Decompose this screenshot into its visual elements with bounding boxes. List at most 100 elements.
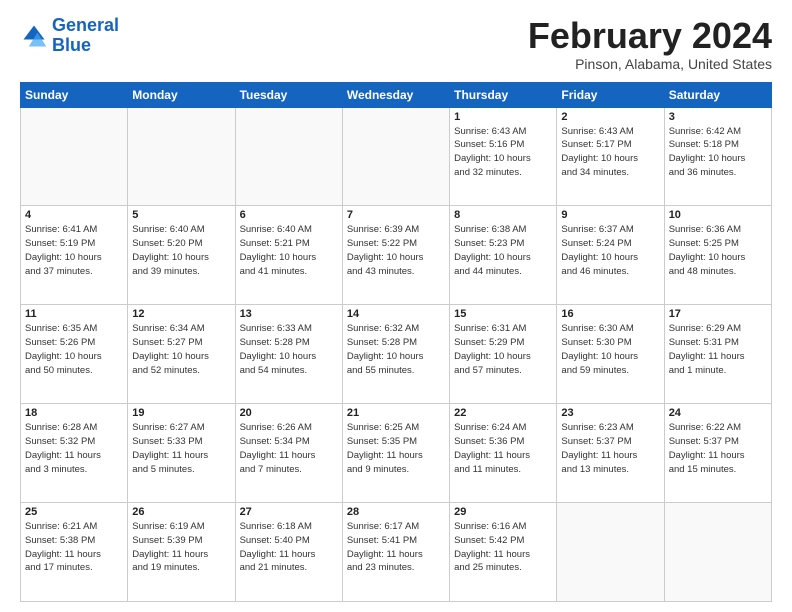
day-number: 29 [454, 506, 552, 518]
calendar-cell [342, 107, 449, 206]
weekday-header-row: SundayMondayTuesdayWednesdayThursdayFrid… [21, 82, 772, 107]
day-number: 6 [240, 209, 338, 221]
day-info: Sunrise: 6:18 AMSunset: 5:40 PMDaylight:… [240, 520, 338, 575]
day-info: Sunrise: 6:30 AMSunset: 5:30 PMDaylight:… [561, 322, 659, 377]
calendar-cell: 19 Sunrise: 6:27 AMSunset: 5:33 PMDayligh… [128, 404, 235, 503]
day-number: 3 [669, 111, 767, 123]
calendar-cell [21, 107, 128, 206]
calendar-cell: 8Sunrise: 6:38 AMSunset: 5:23 PMDaylight… [450, 206, 557, 305]
calendar-week-1: 1Sunrise: 6:43 AMSunset: 5:16 PMDaylight… [21, 107, 772, 206]
day-info: Sunrise: 6:43 AMSunset: 5:16 PMDaylight:… [454, 125, 552, 180]
calendar-cell: 1Sunrise: 6:43 AMSunset: 5:16 PMDaylight… [450, 107, 557, 206]
calendar-cell: 23 Sunrise: 6:23 AMSunset: 5:37 PMDayligh… [557, 404, 664, 503]
day-number: 23 [561, 407, 659, 419]
day-number: 8 [454, 209, 552, 221]
day-number: 26 [132, 506, 230, 518]
calendar-cell: 28Sunrise: 6:17 AMSunset: 5:41 PMDayligh… [342, 503, 449, 602]
calendar-cell: 13 Sunrise: 6:33 AMSunset: 5:28 PMDayligh… [235, 305, 342, 404]
weekday-header-tuesday: Tuesday [235, 82, 342, 107]
day-info: Sunrise: 6:25 AMSunset: 5:35 PMDaylight:… [347, 421, 445, 476]
day-info: Sunrise: 6:29 AMSunset: 5:31 PMDaylight:… [669, 322, 767, 377]
calendar-cell: 7 Sunrise: 6:39 AMSunset: 5:22 PMDaylight… [342, 206, 449, 305]
logo: General Blue [20, 16, 119, 56]
day-number: 21 [347, 407, 445, 419]
logo-icon [20, 22, 48, 50]
logo-general: General [52, 15, 119, 35]
day-info: Sunrise: 6:16 AMSunset: 5:42 PMDaylight:… [454, 520, 552, 575]
calendar-cell: 10 Sunrise: 6:36 AMSunset: 5:25 PMDayligh… [664, 206, 771, 305]
calendar-cell: 12 Sunrise: 6:34 AMSunset: 5:27 PMDayligh… [128, 305, 235, 404]
weekday-header-wednesday: Wednesday [342, 82, 449, 107]
day-number: 5 [132, 209, 230, 221]
weekday-header-saturday: Saturday [664, 82, 771, 107]
day-info: Sunrise: 6:42 AMSunset: 5:18 PMDaylight:… [669, 125, 767, 180]
day-info: Sunrise: 6:32 AMSunset: 5:28 PMDaylight:… [347, 322, 445, 377]
day-info: Sunrise: 6:35 AMSunset: 5:26 PMDaylight:… [25, 322, 123, 377]
day-info: Sunrise: 6:40 AMSunset: 5:21 PMDaylight:… [240, 223, 338, 278]
logo-text: General Blue [52, 16, 119, 56]
calendar-cell: 29 Sunrise: 6:16 AMSunset: 5:42 PMDayligh… [450, 503, 557, 602]
day-number: 16 [561, 308, 659, 320]
calendar-week-4: 18 Sunrise: 6:28 AMSunset: 5:32 PMDayligh… [21, 404, 772, 503]
day-info: Sunrise: 6:17 AMSunset: 5:41 PMDaylight:… [347, 520, 445, 575]
day-info: Sunrise: 6:31 AMSunset: 5:29 PMDaylight:… [454, 322, 552, 377]
calendar-cell: 17Sunrise: 6:29 AMSunset: 5:31 PMDayligh… [664, 305, 771, 404]
day-info: Sunrise: 6:26 AMSunset: 5:34 PMDaylight:… [240, 421, 338, 476]
day-info: Sunrise: 6:28 AMSunset: 5:32 PMDaylight:… [25, 421, 123, 476]
calendar-cell: 11 Sunrise: 6:35 AMSunset: 5:26 PMDayligh… [21, 305, 128, 404]
day-number: 15 [454, 308, 552, 320]
calendar-cell: 24 Sunrise: 6:22 AMSunset: 5:37 PMDayligh… [664, 404, 771, 503]
day-number: 22 [454, 407, 552, 419]
calendar-cell: 16 Sunrise: 6:30 AMSunset: 5:30 PMDayligh… [557, 305, 664, 404]
day-info: Sunrise: 6:19 AMSunset: 5:39 PMDaylight:… [132, 520, 230, 575]
calendar-cell: 27Sunrise: 6:18 AMSunset: 5:40 PMDayligh… [235, 503, 342, 602]
calendar-cell: 9 Sunrise: 6:37 AMSunset: 5:24 PMDaylight… [557, 206, 664, 305]
day-info: Sunrise: 6:33 AMSunset: 5:28 PMDaylight:… [240, 322, 338, 377]
header: General Blue February 2024 Pinson, Alaba… [20, 16, 772, 72]
weekday-header-friday: Friday [557, 82, 664, 107]
weekday-header-monday: Monday [128, 82, 235, 107]
day-number: 18 [25, 407, 123, 419]
day-info: Sunrise: 6:36 AMSunset: 5:25 PMDaylight:… [669, 223, 767, 278]
day-number: 20 [240, 407, 338, 419]
weekday-header-sunday: Sunday [21, 82, 128, 107]
month-title: February 2024 [528, 16, 772, 56]
day-info: Sunrise: 6:39 AMSunset: 5:22 PMDaylight:… [347, 223, 445, 278]
calendar-cell [557, 503, 664, 602]
calendar-cell: 21 Sunrise: 6:25 AMSunset: 5:35 PMDayligh… [342, 404, 449, 503]
day-info: Sunrise: 6:22 AMSunset: 5:37 PMDaylight:… [669, 421, 767, 476]
day-info: Sunrise: 6:43 AMSunset: 5:17 PMDaylight:… [561, 125, 659, 180]
day-info: Sunrise: 6:34 AMSunset: 5:27 PMDaylight:… [132, 322, 230, 377]
calendar-table: SundayMondayTuesdayWednesdayThursdayFrid… [20, 82, 772, 602]
calendar-cell: 15 Sunrise: 6:31 AMSunset: 5:29 PMDayligh… [450, 305, 557, 404]
calendar-cell: 14Sunrise: 6:32 AMSunset: 5:28 PMDayligh… [342, 305, 449, 404]
calendar-week-5: 25Sunrise: 6:21 AMSunset: 5:38 PMDayligh… [21, 503, 772, 602]
calendar-cell: 18 Sunrise: 6:28 AMSunset: 5:32 PMDayligh… [21, 404, 128, 503]
day-number: 13 [240, 308, 338, 320]
calendar-cell [664, 503, 771, 602]
day-number: 9 [561, 209, 659, 221]
calendar-cell [128, 107, 235, 206]
calendar-cell: 6 Sunrise: 6:40 AMSunset: 5:21 PMDaylight… [235, 206, 342, 305]
day-number: 12 [132, 308, 230, 320]
day-number: 10 [669, 209, 767, 221]
calendar-cell: 25Sunrise: 6:21 AMSunset: 5:38 PMDayligh… [21, 503, 128, 602]
day-number: 2 [561, 111, 659, 123]
day-number: 11 [25, 308, 123, 320]
day-info: Sunrise: 6:23 AMSunset: 5:37 PMDaylight:… [561, 421, 659, 476]
day-info: Sunrise: 6:37 AMSunset: 5:24 PMDaylight:… [561, 223, 659, 278]
day-number: 25 [25, 506, 123, 518]
title-block: February 2024 Pinson, Alabama, United St… [528, 16, 772, 72]
calendar-cell: 5Sunrise: 6:40 AMSunset: 5:20 PMDaylight… [128, 206, 235, 305]
day-info: Sunrise: 6:27 AMSunset: 5:33 PMDaylight:… [132, 421, 230, 476]
day-number: 7 [347, 209, 445, 221]
calendar-week-3: 11 Sunrise: 6:35 AMSunset: 5:26 PMDayligh… [21, 305, 772, 404]
calendar-cell [235, 107, 342, 206]
weekday-header-thursday: Thursday [450, 82, 557, 107]
day-number: 24 [669, 407, 767, 419]
day-info: Sunrise: 6:41 AMSunset: 5:19 PMDaylight:… [25, 223, 123, 278]
calendar-week-2: 4Sunrise: 6:41 AMSunset: 5:19 PMDaylight… [21, 206, 772, 305]
day-info: Sunrise: 6:24 AMSunset: 5:36 PMDaylight:… [454, 421, 552, 476]
calendar-page: General Blue February 2024 Pinson, Alaba… [0, 0, 792, 612]
day-number: 19 [132, 407, 230, 419]
